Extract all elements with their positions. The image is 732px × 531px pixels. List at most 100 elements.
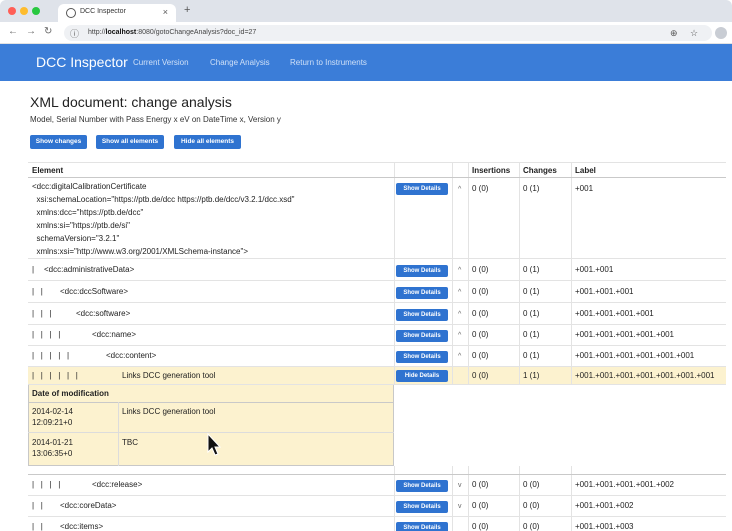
insertions-cell: 0 (0) xyxy=(472,330,489,339)
zoom-icon[interactable]: ⊕ xyxy=(670,28,678,39)
forward-icon[interactable]: → xyxy=(26,26,36,37)
tree-indent: | | | | xyxy=(32,330,61,339)
nav-return-to-instruments[interactable]: Return to Instruments xyxy=(290,58,367,67)
root-element-line: xmlns:dcc="https://ptb.de/dcc" xyxy=(32,208,144,217)
root-element-line: xmlns:si="https://ptb.de/si" xyxy=(32,221,130,230)
collapse-caret-icon[interactable]: ^ xyxy=(458,311,461,318)
root-element-line: <dcc:digitalCalibrationCertificate xyxy=(32,182,147,191)
element-cell: <dcc:dccSoftware> xyxy=(60,287,129,296)
tree-indent: | | | | | | xyxy=(32,371,78,380)
label-cell: +001.+001.+001.+001 xyxy=(575,309,654,318)
column-header-changes: Changes xyxy=(523,166,557,175)
tree-indent: | | xyxy=(32,287,43,296)
collapse-caret-icon[interactable]: ^ xyxy=(458,186,461,193)
page-subtitle: Model, Serial Number with Pass Energy x … xyxy=(30,115,281,124)
hide-all-elements-button[interactable]: Hide all elements xyxy=(174,135,241,149)
show-details-button[interactable]: Show Details xyxy=(396,351,448,363)
element-cell: <dcc:items> xyxy=(60,522,104,531)
address-bar[interactable]: ⓘ http://localhost:8080/gotoChangeAnalys… xyxy=(64,25,712,41)
maximize-window-button[interactable] xyxy=(32,7,40,15)
new-tab-button[interactable]: + xyxy=(184,4,190,16)
change-analysis-table: Element Insertions Changes Label <dcc:di… xyxy=(28,162,726,531)
collapse-caret-icon[interactable]: ^ xyxy=(458,289,461,296)
browser-toolbar: ← → ↻ ⓘ http://localhost:8080/gotoChange… xyxy=(0,22,732,44)
label-cell: +001.+001.+001.+001.+002 xyxy=(575,480,674,489)
label-cell: +001.+001.+001.+001.+001 xyxy=(575,330,674,339)
column-header-element: Element xyxy=(32,166,64,175)
element-cell: <dcc:coreData> xyxy=(60,501,117,510)
label-cell: +001.+001.+001 xyxy=(575,287,634,296)
hide-details-button[interactable]: Hide Details xyxy=(396,370,448,382)
profile-avatar[interactable] xyxy=(715,27,727,39)
minimize-window-button[interactable] xyxy=(20,7,28,15)
collapse-caret-icon[interactable]: ^ xyxy=(458,353,461,360)
app-navbar: DCC Inspector Current Version Change Ana… xyxy=(0,44,732,81)
reload-icon[interactable]: ↻ xyxy=(44,26,52,37)
label-cell: +001.+001.+002 xyxy=(575,501,634,510)
collapse-caret-icon[interactable]: ^ xyxy=(458,267,461,274)
root-element-line: xmlns:xsi="http://www.w3.org/2001/XMLSch… xyxy=(32,247,248,256)
label-cell: +001.+001 xyxy=(575,265,614,274)
insertions-cell: 0 (0) xyxy=(472,371,489,380)
label-cell: +001.+001.+003 xyxy=(575,522,634,531)
tree-indent: | | | | | xyxy=(32,351,70,360)
expand-caret-icon[interactable]: v xyxy=(458,503,462,510)
tree-indent: | xyxy=(32,265,35,274)
site-info-icon[interactable]: ⓘ xyxy=(70,27,79,40)
changes-cell: 1 (1) xyxy=(523,371,540,380)
modification-time: 12:09:21+0 xyxy=(32,418,73,427)
changes-cell: 0 (0) xyxy=(523,522,540,531)
insertions-cell: 0 (0) xyxy=(472,351,489,360)
collapse-caret-icon[interactable]: ^ xyxy=(458,332,461,339)
expand-caret-icon[interactable]: v xyxy=(458,482,462,489)
insertions-cell: 0 (0) xyxy=(472,184,489,193)
changes-cell: 0 (0) xyxy=(523,501,540,510)
browser-window: DCC Inspector × + ← → ↻ ⓘ http://localho… xyxy=(0,0,732,531)
insertions-cell: 0 (0) xyxy=(472,287,489,296)
show-details-button[interactable]: Show Details xyxy=(396,501,448,513)
label-cell: +001.+001.+001.+001.+001.+001.+001 xyxy=(575,371,715,380)
modification-time: 13:06:35+0 xyxy=(32,449,73,458)
show-details-button[interactable]: Show Details xyxy=(396,309,448,321)
modification-date: 2014-02-14 xyxy=(32,407,73,416)
changes-cell: 0 (1) xyxy=(523,309,540,318)
brand-link[interactable]: DCC Inspector xyxy=(36,54,128,70)
show-details-button[interactable]: Show Details xyxy=(396,265,448,277)
element-cell: <dcc:content> xyxy=(106,351,157,360)
tree-indent: | | | xyxy=(32,309,52,318)
root-element-line: xsi:schemaLocation="https://ptb.de/dcc h… xyxy=(32,195,295,204)
show-details-button[interactable]: Show Details xyxy=(396,287,448,299)
tab-close-icon[interactable]: × xyxy=(163,7,168,17)
changes-cell: 0 (1) xyxy=(523,330,540,339)
tree-indent: | | xyxy=(32,501,43,510)
show-details-button[interactable]: Show Details xyxy=(396,330,448,342)
insertions-cell: 0 (0) xyxy=(472,309,489,318)
element-cell: Links DCC generation tool xyxy=(122,371,216,380)
changes-cell: 0 (1) xyxy=(523,287,540,296)
show-all-elements-button[interactable]: Show all elements xyxy=(96,135,164,149)
show-details-button[interactable]: Show Details xyxy=(396,480,448,492)
show-details-button[interactable]: Show Details xyxy=(396,183,448,195)
bookmark-star-icon[interactable]: ☆ xyxy=(690,28,698,39)
tree-indent: | | xyxy=(32,522,43,531)
nav-current-version[interactable]: Current Version xyxy=(133,58,189,67)
back-icon[interactable]: ← xyxy=(8,26,18,37)
show-details-button[interactable]: Show Details xyxy=(396,522,448,531)
changes-cell: 0 (0) xyxy=(523,480,540,489)
element-cell: <dcc:software> xyxy=(76,309,131,318)
show-changes-button[interactable]: Show changes xyxy=(30,135,87,149)
insertions-cell: 0 (0) xyxy=(472,522,489,531)
element-cell: <dcc:release> xyxy=(92,480,143,489)
label-cell: +001 xyxy=(575,184,594,193)
changes-cell: 0 (1) xyxy=(523,265,540,274)
browser-tab[interactable]: DCC Inspector × xyxy=(58,4,176,22)
column-header-insertions: Insertions xyxy=(472,166,511,175)
insertions-cell: 0 (0) xyxy=(472,480,489,489)
modification-value: Links DCC generation tool xyxy=(122,407,216,416)
nav-change-analysis[interactable]: Change Analysis xyxy=(210,58,270,67)
label-cell: +001.+001.+001.+001.+001.+001 xyxy=(575,351,695,360)
url-text[interactable]: http://localhost:8080/gotoChangeAnalysis… xyxy=(88,29,256,36)
column-header-label: Label xyxy=(575,166,596,175)
tab-strip: DCC Inspector × + xyxy=(0,0,732,22)
close-window-button[interactable] xyxy=(8,7,16,15)
